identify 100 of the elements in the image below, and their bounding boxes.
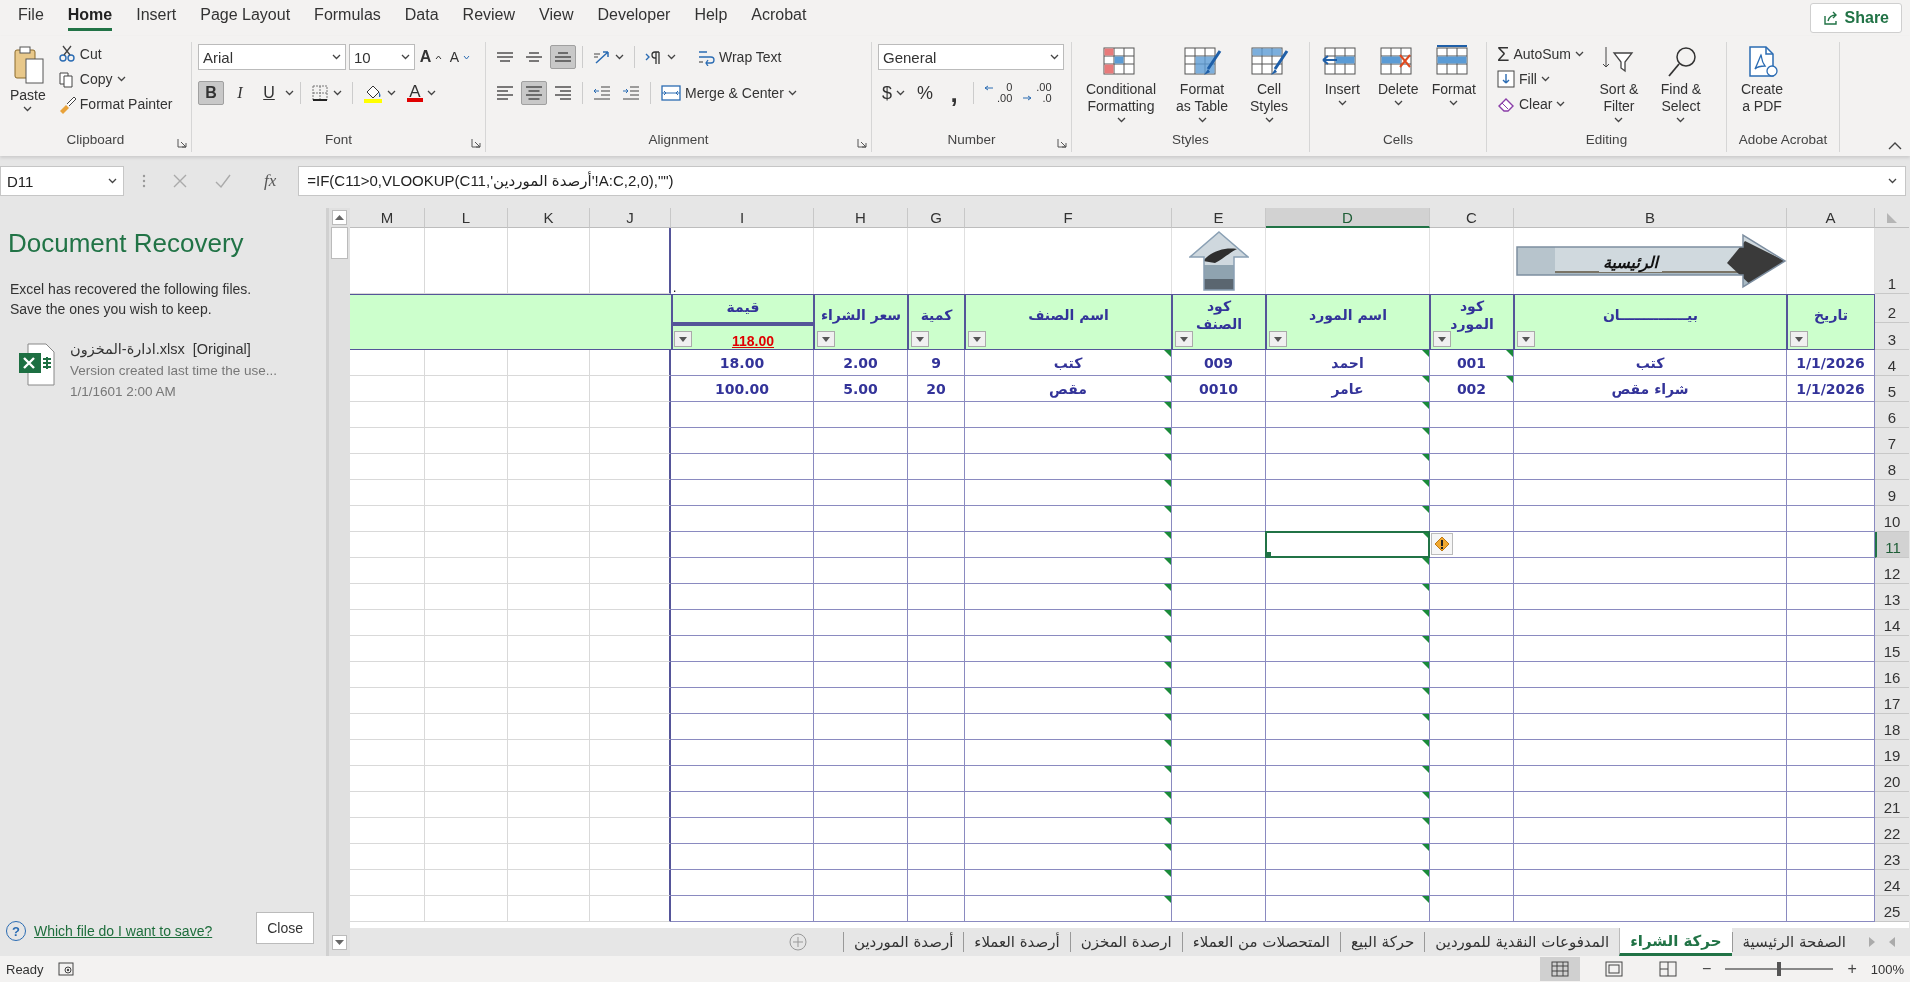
column-header[interactable]: E (1172, 208, 1266, 228)
menu-tab[interactable]: Review (450, 0, 528, 36)
column-header[interactable]: H (814, 208, 908, 228)
row-header[interactable]: 11 (1875, 532, 1909, 558)
row-header[interactable]: 1 (1875, 228, 1909, 294)
row-header[interactable]: 18 (1875, 714, 1909, 740)
currency-button[interactable]: $ (878, 81, 909, 105)
ribbon-button[interactable]: Create a PDF (1733, 42, 1791, 132)
sheet-tab[interactable]: ارصدة المخزن (1069, 932, 1182, 952)
grow-font-button[interactable]: A (418, 45, 444, 69)
menu-tab[interactable]: Home (55, 0, 125, 36)
font-color-button[interactable]: A (403, 81, 440, 105)
sheet-tab[interactable]: المتحصلات من العملاء (1181, 932, 1341, 952)
wrap-text-button[interactable]: Wrap Text (693, 45, 786, 69)
comma-style-button[interactable]: , (941, 81, 967, 105)
column-header[interactable]: I (671, 208, 814, 228)
column-header[interactable]: K (508, 208, 590, 228)
clear-button[interactable]: Clear (1493, 92, 1588, 116)
formula-field[interactable]: =IF(C11>0,VLOOKUP(C11,'أرصدة الموردين'!A:C,2,0),"") (298, 166, 1906, 196)
row-header[interactable]: 8 (1875, 454, 1909, 480)
column-header[interactable]: A (1787, 208, 1875, 228)
ribbon-button[interactable]: Format as Table (1168, 42, 1236, 132)
sheet-tab[interactable]: حركة البيع (1340, 932, 1425, 952)
name-box[interactable]: D11 (0, 166, 124, 196)
sheet-tab[interactable]: المدفوعات النقدية للموردين (1424, 932, 1620, 952)
message-text: Excel has recovered the following files. (10, 280, 253, 299)
increase-decimal-button[interactable]: 0 .00 (980, 81, 1017, 105)
row-header[interactable]: 17 (1875, 688, 1909, 714)
row-header[interactable]: 12 (1875, 558, 1909, 584)
menu-tab[interactable]: Help (682, 0, 740, 36)
column-header[interactable]: F (965, 208, 1172, 228)
row-header[interactable]: 14 (1875, 610, 1909, 636)
row-header[interactable]: 20 (1875, 766, 1909, 792)
menu-tab[interactable]: View (527, 0, 586, 36)
ribbon-button[interactable]: Format (1427, 42, 1480, 132)
zoom-out-button[interactable]: − (1702, 960, 1712, 978)
sheet-tab[interactable]: حركة الشراء (1619, 928, 1732, 956)
sheet-tab[interactable]: أرصدة العملاء (963, 932, 1070, 952)
italic-button[interactable]: I (227, 81, 253, 105)
paste-button[interactable]: Paste (6, 42, 50, 132)
copy-button[interactable]: Copy (53, 67, 177, 91)
shrink-font-button[interactable]: A (447, 45, 473, 69)
column-header[interactable]: G (908, 208, 965, 228)
ribbon-button[interactable]: Insert (1316, 42, 1369, 132)
close-button[interactable]: Close (256, 912, 314, 944)
row-header[interactable]: 21 (1875, 792, 1909, 818)
cut-button[interactable]: Cut (53, 42, 177, 66)
format-painter-button[interactable]: Format Painter (53, 92, 177, 116)
ribbon-button[interactable]: Cell Styles (1240, 42, 1298, 132)
sheet-tab[interactable]: أرصدة الموردين (843, 932, 964, 952)
column-header[interactable]: B (1514, 208, 1787, 228)
group-label: Editing (1585, 132, 1628, 149)
row-header[interactable]: 9 (1875, 480, 1909, 506)
help-link[interactable]: Which file do I want to save? (34, 923, 213, 939)
fill-button[interactable]: Fill (1493, 67, 1588, 91)
ribbon-button[interactable]: Delete (1372, 42, 1424, 132)
row-header[interactable]: 25 (1875, 896, 1909, 922)
insert-function-button[interactable]: fx (258, 170, 283, 192)
menu-tab[interactable]: Page Layout (188, 0, 303, 36)
row-header[interactable]: 15 (1875, 636, 1909, 662)
row-header[interactable]: 19 (1875, 740, 1909, 766)
zoom-level[interactable]: 100% (1870, 961, 1904, 977)
number-format-field[interactable]: General (878, 44, 1064, 70)
menu-tab[interactable]: Developer (585, 0, 683, 36)
column-header[interactable]: L (425, 208, 508, 228)
font-name-field[interactable]: Arial (198, 44, 346, 70)
row-header[interactable]: 6 (1875, 402, 1909, 428)
row-header[interactable]: 2 (1875, 294, 1909, 323)
merge-center-button[interactable]: Merge & Center (657, 81, 801, 105)
column-header[interactable]: C (1430, 208, 1514, 228)
autosum-button[interactable]: Σ AutoSum (1493, 42, 1588, 66)
row-header[interactable]: 5 (1875, 376, 1909, 402)
row-header[interactable]: 13 (1875, 584, 1909, 610)
decrease-decimal-button[interactable]: .00 .0 (1019, 81, 1056, 105)
row-header[interactable]: 3 (1875, 323, 1909, 350)
row-header[interactable]: 7 (1875, 428, 1909, 454)
menu-tab[interactable]: Insert (124, 0, 189, 36)
menu-tab[interactable]: Data (392, 0, 451, 36)
underline-button[interactable]: U (256, 81, 282, 105)
row-header[interactable]: 4 (1875, 350, 1909, 376)
row-header[interactable]: 22 (1875, 818, 1909, 844)
share-button[interactable]: Share (1809, 3, 1902, 33)
bold-button[interactable]: B (198, 81, 224, 105)
column-header[interactable]: M (350, 208, 425, 228)
percent-button[interactable]: % (912, 81, 938, 105)
row-header[interactable]: 23 (1875, 844, 1909, 870)
zoom-in-button[interactable]: + (1847, 960, 1857, 978)
row-header[interactable]: 10 (1875, 506, 1909, 532)
font-size-field[interactable]: 10 (349, 44, 415, 70)
row-header[interactable]: 24 (1875, 870, 1909, 896)
column-header[interactable]: D (1266, 208, 1430, 228)
ribbon-button[interactable]: Conditional Formatting (1078, 42, 1164, 132)
menu-tab[interactable]: Formulas (302, 0, 393, 36)
column-header[interactable]: J (590, 208, 671, 228)
row-header[interactable]: 16 (1875, 662, 1909, 688)
file-name[interactable]: ادارة-المخزون.xlsx (70, 341, 185, 357)
ribbon-button[interactable]: Sort & Filter (1591, 42, 1646, 132)
menu-tab[interactable]: Acrobat (739, 0, 819, 36)
menu-tab[interactable]: File (6, 0, 56, 36)
ribbon-button[interactable]: Find & Select (1649, 42, 1712, 132)
